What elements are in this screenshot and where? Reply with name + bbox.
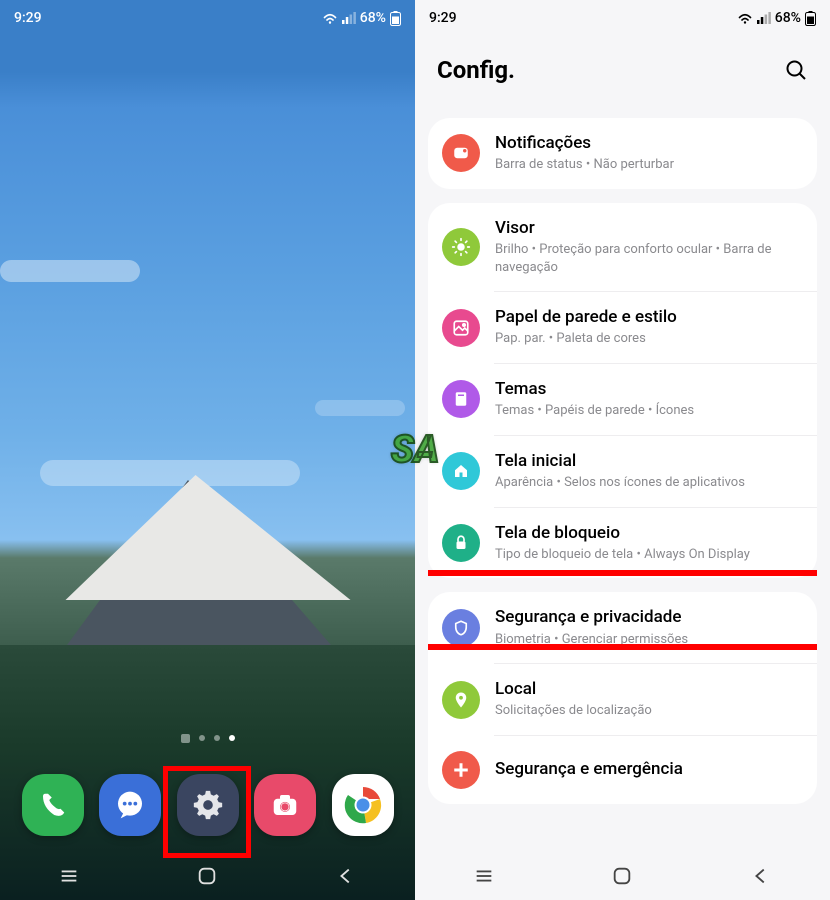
settings-item-emergency[interactable]: Segurança e emergência <box>494 735 817 804</box>
battery-text: 68% <box>360 10 386 26</box>
emergency-icon <box>442 751 480 789</box>
item-subtitle: Pap. par. • Paleta de cores <box>495 330 801 348</box>
nav-back-icon[interactable] <box>750 865 772 887</box>
display-icon <box>442 228 480 266</box>
settings-card: Visor Brilho • Proteção para conforto oc… <box>428 203 817 579</box>
messages-icon <box>114 789 146 821</box>
item-text: Local Solicitações de localização <box>495 679 801 720</box>
highlight-lock-screen-item <box>428 570 817 650</box>
item-title: Notificações <box>495 133 801 154</box>
item-title: Tela inicial <box>495 451 801 472</box>
wifi-icon <box>322 12 338 24</box>
navigation-bar <box>0 852 415 900</box>
item-subtitle: Solicitações de localização <box>495 702 801 720</box>
item-text: Temas Temas • Papéis de parede • Ícones <box>495 379 801 420</box>
status-time: 9:29 <box>429 10 457 26</box>
phone-app[interactable] <box>22 774 84 836</box>
nav-home-icon[interactable] <box>196 865 218 887</box>
nav-home-icon[interactable] <box>611 865 633 887</box>
camera-icon <box>270 790 300 820</box>
page-dot[interactable] <box>199 735 205 741</box>
messages-app[interactable] <box>99 774 161 836</box>
item-subtitle: Tipo de bloqueio de tela • Always On Dis… <box>495 546 801 564</box>
settings-item-wallpaper[interactable]: Papel de parede e estilo Pap. par. • Pal… <box>494 291 817 363</box>
wallpaper-snow <box>65 475 350 600</box>
settings-header: Config. <box>415 56 830 84</box>
settings-title: Config. <box>437 56 515 84</box>
item-title: Papel de parede e estilo <box>495 307 801 328</box>
notifications-icon <box>442 134 480 172</box>
settings-item-home[interactable]: Tela inicial Aparência • Selos nos ícone… <box>494 435 817 507</box>
wallpaper-icon <box>442 309 480 347</box>
battery-text: 68% <box>775 10 801 26</box>
item-text: Segurança e emergência <box>495 759 801 780</box>
nav-recents-icon[interactable] <box>473 865 495 887</box>
home-screen-panel: 9:29 68% <box>0 0 415 900</box>
item-subtitle: Temas • Papéis de parede • Ícones <box>495 402 801 420</box>
watermark: SA <box>391 428 439 472</box>
item-text: Tela de bloqueio Tipo de bloqueio de tel… <box>495 523 801 564</box>
item-subtitle: Barra de status • Não perturbar <box>495 156 801 174</box>
highlight-settings-app <box>163 766 251 858</box>
signal-icon <box>757 12 771 24</box>
chrome-app[interactable] <box>332 774 394 836</box>
nav-recents-icon[interactable] <box>58 865 80 887</box>
status-icons: 68% <box>737 10 816 26</box>
search-icon[interactable] <box>784 58 808 82</box>
themes-icon <box>442 380 480 418</box>
nav-back-icon[interactable] <box>335 865 357 887</box>
item-subtitle: Brilho • Proteção para conforto ocular •… <box>495 241 801 276</box>
status-time: 9:29 <box>14 10 42 26</box>
home-icon <box>442 452 480 490</box>
page-dot-active[interactable] <box>229 735 235 741</box>
settings-item-location[interactable]: Local Solicitações de localização <box>494 663 817 735</box>
settings-panel: 9:29 68% Config. Notificações Barra de s… <box>415 0 830 900</box>
page-indicator[interactable] <box>0 735 415 743</box>
status-bar: 9:29 68% <box>0 0 415 36</box>
settings-item-display[interactable]: Visor Brilho • Proteção para conforto oc… <box>428 203 817 291</box>
item-text: Tela inicial Aparência • Selos nos ícone… <box>495 451 801 492</box>
battery-icon <box>390 11 401 26</box>
lock-icon <box>442 524 480 562</box>
wallpaper-cloud <box>315 400 405 416</box>
status-bar: 9:29 68% <box>415 0 830 36</box>
settings-list[interactable]: Notificações Barra de status • Não pertu… <box>428 118 817 852</box>
page-dot[interactable] <box>214 735 220 741</box>
settings-item-notifications[interactable]: Notificações Barra de status • Não pertu… <box>428 118 817 189</box>
location-icon <box>442 681 480 719</box>
item-text: Notificações Barra de status • Não pertu… <box>495 133 801 174</box>
wallpaper-cloud <box>0 260 140 282</box>
page-dot-home[interactable] <box>181 734 190 743</box>
item-title: Tela de bloqueio <box>495 523 801 544</box>
item-title: Visor <box>495 218 801 239</box>
item-title: Temas <box>495 379 801 400</box>
camera-app[interactable] <box>254 774 316 836</box>
status-icons: 68% <box>322 10 401 26</box>
navigation-bar <box>415 852 830 900</box>
signal-icon <box>342 12 356 24</box>
item-subtitle: Aparência • Selos nos ícones de aplicati… <box>495 474 801 492</box>
phone-icon <box>38 790 68 820</box>
settings-card: Notificações Barra de status • Não pertu… <box>428 118 817 189</box>
settings-item-themes[interactable]: Temas Temas • Papéis de parede • Ícones <box>494 363 817 435</box>
item-title: Segurança e emergência <box>495 759 801 780</box>
item-title: Local <box>495 679 801 700</box>
wifi-icon <box>737 12 753 24</box>
settings-item-lock-screen[interactable]: Tela de bloqueio Tipo de bloqueio de tel… <box>494 507 817 579</box>
item-text: Visor Brilho • Proteção para conforto oc… <box>495 218 801 276</box>
item-text: Papel de parede e estilo Pap. par. • Pal… <box>495 307 801 348</box>
chrome-icon <box>341 783 385 827</box>
battery-icon <box>805 11 816 26</box>
